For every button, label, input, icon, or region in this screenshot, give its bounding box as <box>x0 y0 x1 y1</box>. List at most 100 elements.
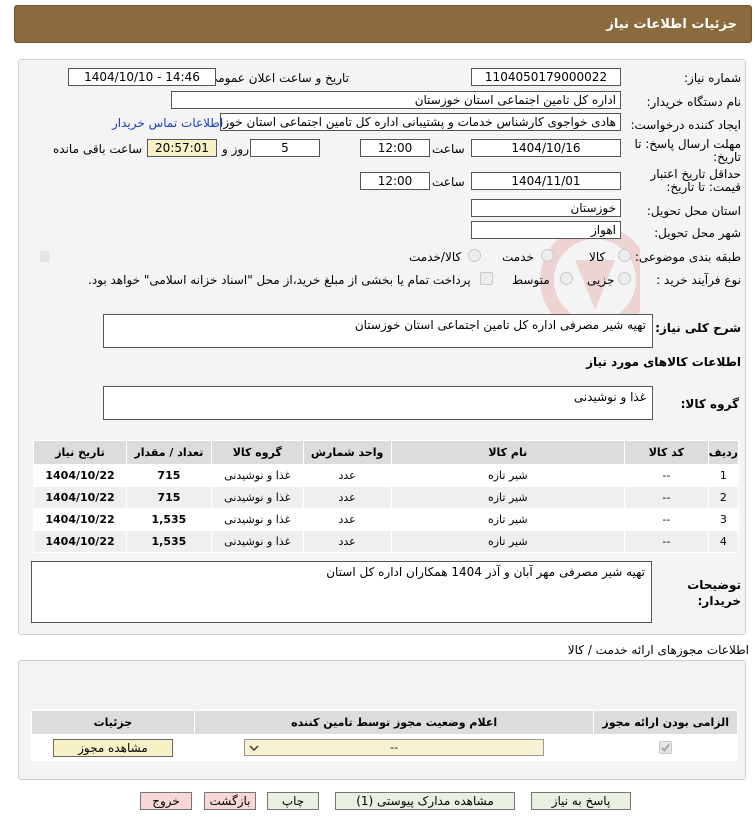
col-permit-status: اعلام وضعیت مجوز توسط تامین کننده <box>193 710 595 735</box>
cell-code: -- <box>623 508 709 531</box>
check-icon <box>661 744 670 752</box>
buyer-label: نام دستگاه خریدار: <box>646 95 742 109</box>
validity-time-field: 12:00 <box>360 172 430 190</box>
deadline-label-line1: مهلت ارسال پاسخ: تا <box>634 137 741 151</box>
cell-name: شیر تازه <box>390 486 625 509</box>
buyer-notes-textarea[interactable]: تهیه شیر مصرفی مهر آبان و آذر 1404 همکار… <box>31 561 652 623</box>
cell-group: غذا و نوشیدنی <box>210 464 304 487</box>
permit-status-value: -- <box>390 741 399 754</box>
page-title: جزئیات اطلاعات نیاز <box>606 17 737 32</box>
back-button[interactable]: بازگشت <box>204 792 256 810</box>
col-group: گروه کالا <box>210 440 304 465</box>
permits-table: الزامی بودن ارائه مجوز اعلام وضعیت مجوز … <box>31 710 738 761</box>
print-button[interactable]: چاپ <box>267 792 319 810</box>
category-radio-service[interactable] <box>541 249 554 262</box>
summary-textarea[interactable]: تهیه شیر مصرفی اداره کل تامین اجتماعی اس… <box>103 314 653 348</box>
cell-permit-details: مشاهده مجوز <box>31 734 195 761</box>
province-label: استان محل تحویل: <box>646 204 741 218</box>
col-permit-details: جزئیات <box>31 710 195 735</box>
deadline-label-line2: تاریخ: <box>713 150 741 164</box>
validity-time-label: ساعت <box>432 175 465 189</box>
col-unit: واحد شمارش <box>302 440 392 465</box>
process-radio-minor[interactable] <box>618 272 631 285</box>
days-field: 5 <box>250 139 320 157</box>
permit-status-select[interactable]: -- <box>244 739 545 756</box>
cell-row: 2 <box>707 486 740 509</box>
process-option-medium: متوسط <box>512 273 550 287</box>
city-field: اهواز <box>471 221 621 239</box>
table-row[interactable]: 1 -- شیر تازه عدد غذا و نوشیدنی 715 1404… <box>33 464 740 487</box>
exit-button[interactable]: خروج <box>140 792 192 810</box>
category-radio-goods[interactable] <box>618 249 631 262</box>
table-row: -- مشاهده مجوز <box>31 734 738 761</box>
cell-name: شیر تازه <box>390 464 625 487</box>
deadline-time-field: 12:00 <box>360 139 430 157</box>
permits-section-title: اطلاعات مجوزهای ارائه خدمت / کالا <box>567 643 749 657</box>
payment-note: پرداخت تمام یا بخشی از مبلغ خرید،از محل … <box>88 273 471 287</box>
col-row: ردیف <box>707 440 740 465</box>
chevron-down-icon <box>249 745 259 751</box>
province-field: خوزستان <box>471 199 621 217</box>
cell-row: 1 <box>707 464 740 487</box>
cell-row: 3 <box>707 508 740 531</box>
validity-date-field: 1404/11/01 <box>471 172 621 190</box>
summary-label: شرح کلی نیاز: <box>655 321 741 335</box>
goods-info-title: اطلاعات کالاهای مورد نیاز <box>586 355 741 369</box>
col-quantity: تعداد / مقدار <box>125 440 212 465</box>
cell-date: 1404/10/22 <box>33 508 127 531</box>
cell-group: غذا و نوشیدنی <box>210 508 304 531</box>
cell-name: شیر تازه <box>390 508 625 531</box>
buyer-field: اداره کل تامین اجتماعی استان خوزستان <box>171 91 621 109</box>
cell-unit: عدد <box>302 464 392 487</box>
permits-table-header: الزامی بودن ارائه مجوز اعلام وضعیت مجوز … <box>31 710 738 735</box>
contact-buyer-link[interactable]: اطلاعات تماس خریدار <box>112 116 223 130</box>
cell-quantity: 1,535 <box>125 530 212 553</box>
cell-quantity: 715 <box>125 486 212 509</box>
col-name: نام کالا <box>390 440 625 465</box>
cell-code: -- <box>623 530 709 553</box>
process-option-minor: جزیی <box>587 273 615 287</box>
cell-date: 1404/10/22 <box>33 464 127 487</box>
cell-code: -- <box>623 464 709 487</box>
cell-permit-required <box>593 734 738 761</box>
cell-quantity: 715 <box>125 464 212 487</box>
permit-required-checkbox <box>659 741 673 754</box>
validity-label-line1: حداقل تاریخ اعتبار <box>650 167 741 181</box>
goods-table-header: ردیف کد کالا نام کالا واحد شمارش گروه کا… <box>33 440 740 465</box>
treasury-checkbox[interactable] <box>480 272 493 285</box>
table-row[interactable]: 2 -- شیر تازه عدد غذا و نوشیدنی 715 1404… <box>33 486 740 509</box>
table-row[interactable]: 4 -- شیر تازه عدد غذا و نوشیدنی 1,535 14… <box>33 530 740 553</box>
creator-field: هادی خواجوی کارشناس خدمات و پشتیبانی ادا… <box>220 113 621 131</box>
need-number-field: 1104050179000022 <box>471 68 621 86</box>
goods-group-label: گروه کالا: <box>680 397 739 411</box>
announce-field: 1404/10/10 - 14:46 <box>68 68 216 86</box>
deadline-date-field: 1404/10/16 <box>471 139 621 157</box>
need-number-label: شماره نیاز: <box>684 71 741 85</box>
cell-date: 1404/10/22 <box>33 530 127 553</box>
goods-table: ردیف کد کالا نام کالا واحد شمارش گروه کا… <box>33 440 740 553</box>
cell-row: 4 <box>707 530 740 553</box>
creator-label: ایجاد کننده درخواست: <box>630 118 741 132</box>
category-option-service: خدمت <box>502 250 534 264</box>
col-code: کد کالا <box>623 440 709 465</box>
goods-group-textarea[interactable]: غذا و نوشیدنی <box>103 386 653 420</box>
reply-button[interactable]: پاسخ به نیاز <box>531 792 631 810</box>
buyer-notes-label-line1: توضیحات <box>687 578 741 592</box>
category-option-goods: کالا <box>589 250 606 264</box>
page-title-bar: جزئیات اطلاعات نیاز <box>14 5 752 43</box>
col-permit-required: الزامی بودن ارائه مجوز <box>593 710 738 735</box>
cell-unit: عدد <box>302 486 392 509</box>
attachments-button[interactable]: مشاهده مدارک پیوستی (1) <box>335 792 515 810</box>
category-radio-goods-service[interactable] <box>468 249 481 262</box>
cell-date: 1404/10/22 <box>33 486 127 509</box>
process-label: نوع فرآیند خرید : <box>656 273 741 287</box>
announce-label: تاریخ و ساعت اعلان عمومی: <box>204 71 349 85</box>
col-date: تاریخ نیاز <box>33 440 127 465</box>
remaining-label: ساعت باقی مانده <box>53 142 143 156</box>
table-row[interactable]: 3 -- شیر تازه عدد غذا و نوشیدنی 1,535 14… <box>33 508 740 531</box>
view-permit-button[interactable]: مشاهده مجوز <box>52 738 173 757</box>
process-radio-medium[interactable] <box>560 272 573 285</box>
city-label: شهر محل تحویل: <box>654 226 741 240</box>
cell-unit: عدد <box>302 508 392 531</box>
category-label: طبقه بندی موضوعی: <box>634 250 741 264</box>
